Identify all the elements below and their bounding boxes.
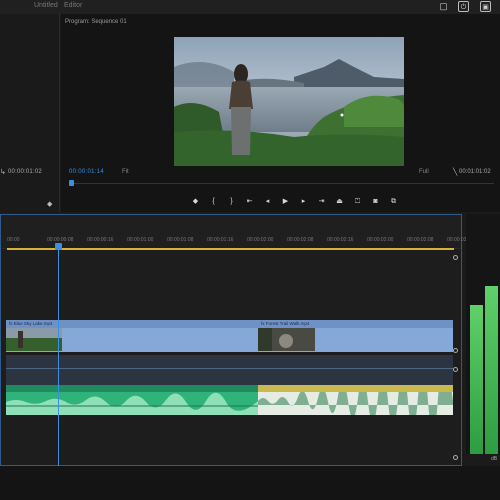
video-clip[interactable]: fx Blue Sky Lake.mp4 [6, 320, 258, 352]
program-scrubber[interactable] [69, 180, 494, 186]
ruler-tick-label: 00:00 [7, 237, 20, 243]
meter-db-label: dB [491, 456, 498, 462]
ruler-tick-label: 00:00:01:16 [207, 237, 234, 243]
go-to-in-icon[interactable]: ⇤ [245, 197, 254, 207]
transport-controls: ◆ {} ⇤ ◂ ▶ ▸ ⇥ ⏏ ⏍ ◙ ⧉ [191, 197, 398, 209]
comparison-view-icon[interactable]: ⧉ [389, 197, 398, 207]
program-duration: 00:01:01:02 [459, 169, 491, 175]
ruler-tick-label: 00:00:03:08 [407, 237, 434, 243]
top-bar: Untitled Editor ▢ ⏻ ▣ [0, 0, 500, 14]
waveform-graphic [258, 385, 453, 415]
marker-icon[interactable]: ◆ [47, 200, 52, 208]
video-frame-image [174, 37, 404, 166]
bottom-bar [0, 466, 500, 500]
ruler-tick-label: 00:00:00:16 [87, 237, 114, 243]
lift-icon[interactable]: ⏏ [335, 197, 344, 207]
source-panel: ↳ 00:00:01:02 ◆ [0, 14, 60, 212]
mark-out-icon[interactable]: } [227, 197, 236, 207]
work-area-bar[interactable] [7, 248, 454, 250]
timeline-panel: 00:00 00:00:00:08 00:00:00:16 00:00:01:00 00… [0, 214, 473, 467]
extract-icon[interactable]: ⏍ [353, 197, 362, 207]
source-timemark-icon: ↳ [0, 169, 6, 176]
audio-meters [466, 214, 500, 454]
scroll-handle-mid[interactable] [453, 348, 458, 353]
track-divider [6, 368, 453, 369]
step-forward-icon[interactable]: ▸ [299, 197, 308, 207]
mark-in-icon[interactable]: { [209, 197, 218, 207]
program-monitor: Program: Sequence 01 00:00:01:14 Fit Ful… [61, 14, 500, 212]
tab-editor[interactable]: Editor [64, 2, 82, 9]
source-timecode[interactable]: 00:00:01:02 [8, 169, 42, 175]
audio-waveform [6, 392, 258, 415]
step-back-icon[interactable]: ◂ [263, 197, 272, 207]
scroll-handle-bottom[interactable] [453, 455, 458, 460]
playhead-line [58, 245, 59, 467]
play-icon[interactable]: ▶ [281, 197, 290, 207]
program-video-frame[interactable] [174, 37, 404, 166]
wrench-icon[interactable]: ╲ [453, 168, 457, 176]
tab-untitled[interactable]: Untitled [34, 2, 58, 9]
audio-meter-right [485, 286, 498, 454]
add-marker-icon[interactable]: ◆ [191, 197, 200, 207]
program-timecode[interactable]: 00:00:01:14 [69, 169, 104, 175]
fullscreen-icon[interactable]: ▢ [438, 1, 449, 12]
ruler-tick-label: 00:00:01:00 [127, 237, 154, 243]
clip-name: fx Forest Trail Walk.mp4 [258, 320, 453, 328]
scroll-handle-mid2[interactable] [453, 367, 458, 372]
audio-clip-header [258, 385, 453, 392]
video-clip[interactable]: fx Forest Trail Walk.mp4 [258, 320, 453, 352]
zoom-fit-select[interactable]: Fit [122, 169, 129, 175]
waveform-graphic [6, 392, 258, 415]
audio-meter-left [470, 305, 483, 454]
clip-thumbnail-image [258, 328, 315, 351]
ruler-tick-label: 00:00:03:00 [367, 237, 394, 243]
audio-clip[interactable] [258, 385, 453, 415]
power-icon[interactable]: ⏻ [458, 1, 469, 12]
clip-thumbnail-image [6, 328, 62, 351]
sequence-title[interactable]: Program: Sequence 01 [65, 19, 127, 25]
go-to-out-icon[interactable]: ⇥ [317, 197, 326, 207]
clip-thumbnail [258, 328, 315, 351]
ruler-tick-label: 00:00:02:16 [327, 237, 354, 243]
audio-waveform [258, 385, 453, 415]
scroll-handle-top[interactable] [453, 255, 458, 260]
playback-resolution-select[interactable]: Full [419, 169, 429, 175]
ruler-tick-label: 00:00:01:08 [167, 237, 194, 243]
settings-icon[interactable]: ▣ [480, 1, 491, 12]
ruler-tick-label: 00:00:02:08 [287, 237, 314, 243]
scrubber-playhead[interactable] [69, 180, 74, 186]
clip-thumbnail [6, 328, 62, 351]
ruler-tick-label: 00:00:02:00 [247, 237, 274, 243]
export-frame-icon[interactable]: ◙ [371, 197, 380, 207]
video-track-v2 [6, 355, 453, 385]
audio-clip[interactable] [6, 385, 258, 415]
audio-clip-header [6, 385, 258, 392]
clip-name: fx Blue Sky Lake.mp4 [6, 320, 258, 328]
time-ruler[interactable]: 00:00 00:00:00:08 00:00:00:16 00:00:01:00 00… [1, 215, 473, 249]
scrubber-rail [69, 183, 494, 184]
